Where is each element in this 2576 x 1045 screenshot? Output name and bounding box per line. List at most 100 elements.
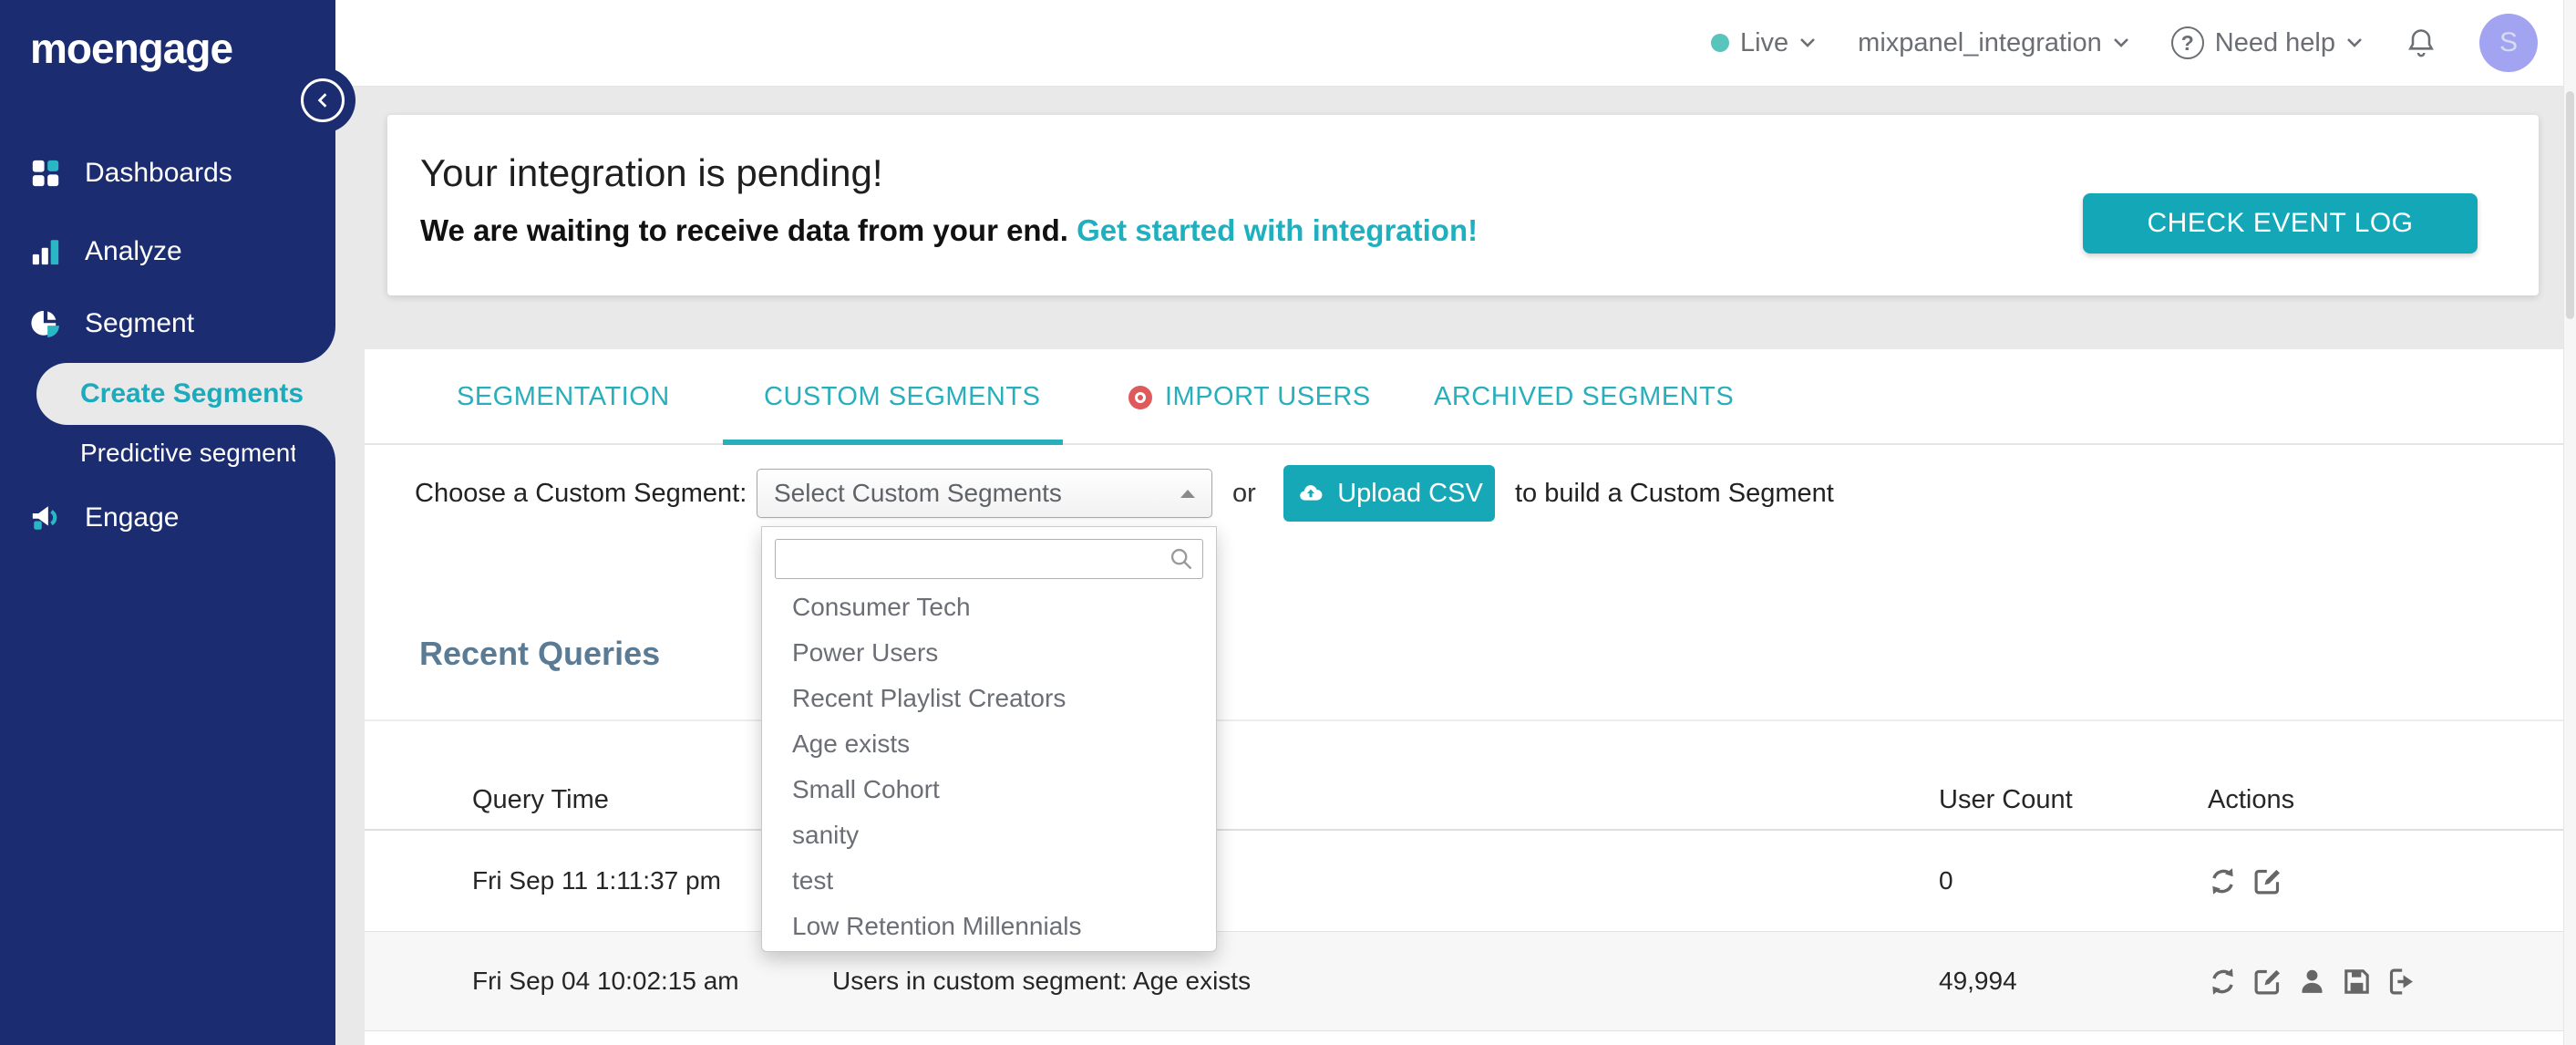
tab-import-users[interactable]: IMPORT USERS: [1128, 349, 1371, 445]
dropdown-search-input[interactable]: [775, 539, 1203, 579]
chevron-down-icon: [1799, 37, 1816, 48]
sidebar-item-engage[interactable]: Engage: [0, 490, 335, 546]
dropdown-options-list: Consumer Tech Power Users Recent Playlis…: [762, 585, 1216, 949]
dropdown-option[interactable]: Age exists: [762, 721, 1216, 767]
help-question-icon: ?: [2170, 26, 2204, 59]
chevron-down-icon: [2113, 37, 2129, 48]
sidebar-item-label: Dashboards: [85, 158, 232, 188]
sidebar-item-predictive-segments[interactable]: Predictive segments: [0, 426, 335, 481]
tab-label: CUSTOM SEGMENTS: [764, 382, 1041, 411]
cloud-upload-icon: [1300, 485, 1323, 501]
refresh-icon[interactable]: [2208, 967, 2238, 997]
workspace-name: mixpanel_integration: [1858, 27, 2102, 57]
env-label: Live: [1739, 27, 1789, 57]
user-count-cell: 49,994: [1939, 967, 2017, 995]
table-row: Fri Sep 11 1:11:37 pm 0: [365, 831, 2563, 931]
sidebar-item-label: Create Segments: [80, 378, 304, 409]
live-status-dot: [1710, 34, 1729, 52]
check-event-log-button[interactable]: CHECK EVENT LOG: [2083, 193, 2478, 253]
import-users-dot-icon: [1128, 385, 1152, 409]
dropdown-option[interactable]: test: [762, 858, 1216, 904]
user-avatar[interactable]: S: [2479, 14, 2538, 72]
choose-custom-segment-label: Choose a Custom Segment:: [415, 479, 747, 508]
banner-title: Your integration is pending!: [420, 151, 883, 194]
actions-cell: [2208, 831, 2282, 931]
app-root: Live mixpanel_integration ? Need help S …: [0, 0, 2576, 1045]
dropdown-option[interactable]: Recent Playlist Creators: [762, 676, 1216, 721]
dropdown-option[interactable]: Power Users: [762, 630, 1216, 676]
edit-icon[interactable]: [2252, 967, 2282, 997]
custom-segment-dropdown: Consumer Tech Power Users Recent Playlis…: [761, 526, 1217, 952]
sidebar-item-label: Analyze: [85, 236, 182, 266]
refresh-icon[interactable]: [2208, 866, 2238, 896]
tab-archived-segments[interactable]: ARCHIVED SEGMENTS: [1434, 349, 1734, 445]
tabs-row: SEGMENTATION CUSTOM SEGMENTS IMPORT USER…: [365, 349, 2563, 445]
recent-queries-title: Recent Queries: [419, 635, 661, 672]
dropdown-option[interactable]: sanity: [762, 812, 1216, 858]
save-icon[interactable]: [2342, 967, 2372, 997]
edit-icon[interactable]: [2252, 866, 2282, 896]
sidebar-item-analyze[interactable]: Analyze: [0, 223, 335, 280]
active-tab-underline: [723, 440, 1063, 445]
sidebar-item-label: Engage: [85, 502, 180, 533]
sidebar-item-dashboards[interactable]: Dashboards: [0, 145, 335, 202]
chevron-left-icon: [317, 93, 327, 108]
export-icon[interactable]: [2386, 967, 2416, 997]
engage-megaphone-icon: [30, 502, 61, 533]
sidebar-item-create-segments[interactable]: Create Segments: [36, 363, 335, 425]
user-count-cell: 0: [1939, 866, 1953, 895]
col-query-time: Query Time: [472, 785, 609, 814]
env-switcher[interactable]: Live: [1710, 27, 1816, 58]
sidebar-item-segment[interactable]: Segment: [0, 295, 335, 352]
workspace-switcher[interactable]: mixpanel_integration: [1858, 28, 2129, 58]
banner-subtitle-text: We are waiting to receive data from your…: [420, 213, 1068, 247]
user-icon[interactable]: [2297, 967, 2327, 997]
need-help-menu[interactable]: ? Need help: [2170, 26, 2363, 59]
search-icon: [1169, 546, 1194, 572]
need-help-label: Need help: [2214, 27, 2335, 57]
tab-label: IMPORT USERS: [1165, 382, 1371, 411]
scrollbar-thumb[interactable]: [2566, 91, 2574, 319]
dropdown-option[interactable]: Low Retention Millennials: [762, 904, 1216, 949]
query-time-cell: Fri Sep 04 10:02:15 am: [472, 967, 739, 995]
upload-csv-label: Upload CSV: [1337, 478, 1483, 508]
dropdown-search: [775, 539, 1203, 579]
dropdown-option[interactable]: Small Cohort: [762, 767, 1216, 812]
tab-custom-segments[interactable]: CUSTOM SEGMENTS: [764, 349, 1040, 445]
dropdown-option[interactable]: Consumer Tech: [762, 585, 1216, 630]
sidebar-curve-top: [295, 323, 335, 363]
sidebar: moengage Dashboards Analyze Segment Crea…: [0, 0, 335, 1045]
get-started-link[interactable]: Get started with integration!: [1077, 213, 1478, 247]
sidebar-item-label: Predictive segments: [80, 439, 311, 467]
upload-csv-button[interactable]: Upload CSV: [1283, 465, 1495, 522]
analyze-bars-icon: [30, 236, 61, 267]
top-bar: Live mixpanel_integration ? Need help S: [335, 0, 2563, 87]
sidebar-item-label: Segment: [85, 308, 195, 338]
segments-card: SEGMENTATION CUSTOM SEGMENTS IMPORT USER…: [365, 349, 2563, 1045]
caret-up-icon: [1180, 489, 1195, 498]
tab-label: ARCHIVED SEGMENTS: [1434, 382, 1735, 411]
query-time-cell: Fri Sep 11 1:11:37 pm: [472, 866, 721, 895]
integration-pending-banner: Your integration is pending! We are wait…: [387, 115, 2539, 295]
avatar-initial: S: [2499, 27, 2518, 57]
sidebar-curve-bottom: [295, 425, 335, 465]
notifications-bell-icon[interactable]: [2405, 25, 2437, 61]
actions-cell: [2208, 932, 2416, 1030]
section-divider: [365, 719, 2563, 721]
table-header-row: Query Time User Count Actions: [365, 771, 2563, 831]
dashboards-grid-icon: [30, 158, 61, 189]
scrollbar[interactable]: [2563, 0, 2576, 1045]
tab-label: SEGMENTATION: [457, 382, 670, 411]
banner-subtitle: We are waiting to receive data from your…: [420, 213, 1478, 248]
segment-pie-icon: [30, 308, 61, 339]
build-segment-suffix: to build a Custom Segment: [1515, 479, 1834, 508]
chevron-down-icon: [2346, 37, 2363, 48]
tab-segmentation[interactable]: SEGMENTATION: [457, 349, 670, 445]
col-user-count: User Count: [1939, 785, 2073, 814]
or-text: or: [1232, 479, 1256, 508]
table-row: Fri Sep 04 10:02:15 am Users in custom s…: [365, 931, 2563, 1031]
moengage-logo[interactable]: moengage: [30, 24, 233, 73]
col-actions: Actions: [2208, 785, 2295, 814]
custom-segment-select[interactable]: Select Custom Segments: [757, 469, 1212, 518]
sidebar-collapse-button[interactable]: [301, 78, 345, 122]
